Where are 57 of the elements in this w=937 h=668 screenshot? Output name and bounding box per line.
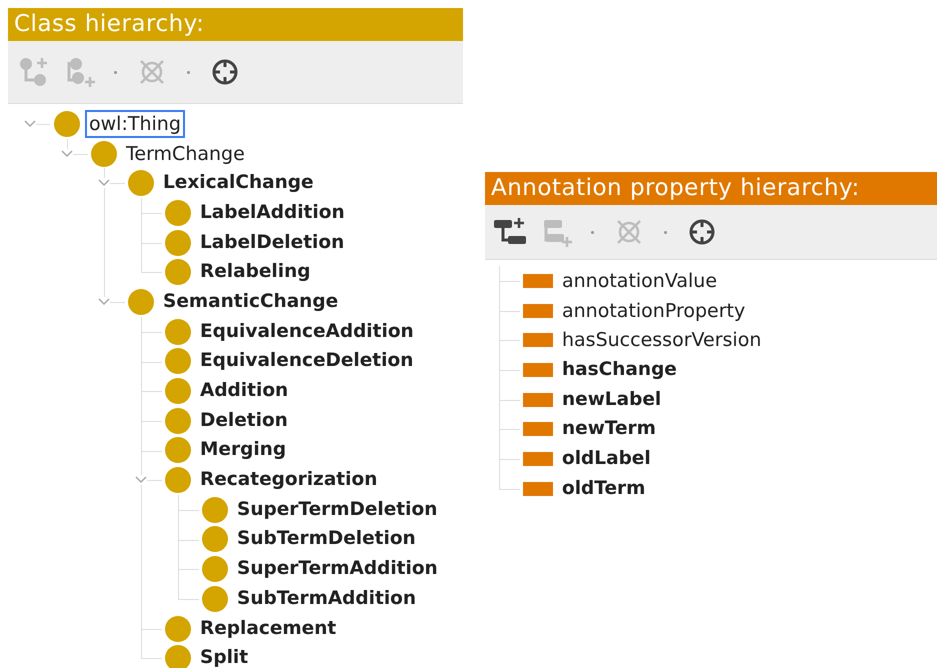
tree-item[interactable]: EquivalenceAddition [196, 318, 418, 346]
tree-item[interactable]: LabelAddition [196, 198, 349, 227]
panel-header: Class hierarchy: [8, 8, 463, 41]
property-icon [523, 482, 553, 496]
tree-item[interactable]: SubTermAddition [233, 584, 420, 613]
tree-item[interactable]: Recategorization [196, 466, 382, 494]
class-icon [165, 408, 191, 434]
tree-item[interactable]: Split [196, 644, 252, 668]
tree-item[interactable]: Merging [196, 436, 290, 464]
class-icon [202, 526, 228, 552]
add-subitem-icon [17, 56, 49, 88]
class-icon [128, 288, 154, 315]
class-icon [165, 259, 191, 286]
property-icon [523, 333, 553, 348]
tree-item[interactable]: oldLabel [558, 444, 655, 473]
property-icon [523, 452, 553, 466]
class-icon [165, 348, 191, 374]
property-icon [523, 274, 553, 288]
property-icon [523, 392, 553, 407]
tree-item[interactable]: newTerm [558, 415, 660, 444]
class-icon [165, 616, 191, 642]
tree-item[interactable]: hasChange [558, 356, 681, 384]
class-icon [165, 378, 191, 404]
class-icon [165, 437, 191, 464]
panel-header: Annotation property hierarchy: [485, 172, 937, 205]
tree-item[interactable]: Deletion [196, 406, 292, 435]
class-icon [165, 645, 191, 668]
tree-item[interactable]: LexicalChange [159, 169, 318, 198]
property-icon [523, 422, 553, 436]
tree-item[interactable]: annotationValue [558, 266, 722, 295]
class-icon [165, 200, 191, 226]
property-icon [523, 362, 553, 377]
class-icon [165, 467, 191, 494]
tree-item[interactable]: annotationProperty [558, 296, 750, 325]
tree-item[interactable]: EquivalenceDeletion [196, 347, 418, 376]
tree-item[interactable]: newLabel [558, 386, 666, 414]
class-icon [54, 110, 80, 137]
tree-item[interactable]: hasSuccessorVersion [558, 326, 766, 354]
class-icon [128, 170, 154, 196]
tree-item[interactable]: TermChange [122, 140, 249, 168]
class-icon [165, 318, 191, 345]
tree-item[interactable]: LabelDeletion [196, 228, 348, 257]
property-icon [523, 304, 553, 318]
class-icon [202, 586, 228, 612]
class-icon [91, 140, 117, 167]
tree-item[interactable]: Replacement [196, 614, 340, 643]
tree-item[interactable]: Addition [196, 377, 292, 406]
class-icon [202, 496, 228, 523]
tree-item[interactable]: Relabeling [196, 258, 315, 286]
class-icon [202, 556, 228, 582]
tree-item[interactable]: SuperTermAddition [233, 555, 442, 584]
class-icon [165, 230, 191, 256]
tree-item[interactable]: owl:Thing [85, 110, 185, 138]
tree-item[interactable]: SuperTermDeletion [233, 496, 442, 524]
tree-item[interactable]: SubTermDeletion [233, 525, 420, 554]
tree-item[interactable]: oldTerm [558, 474, 650, 503]
tree-item[interactable]: SemanticChange [159, 288, 342, 316]
